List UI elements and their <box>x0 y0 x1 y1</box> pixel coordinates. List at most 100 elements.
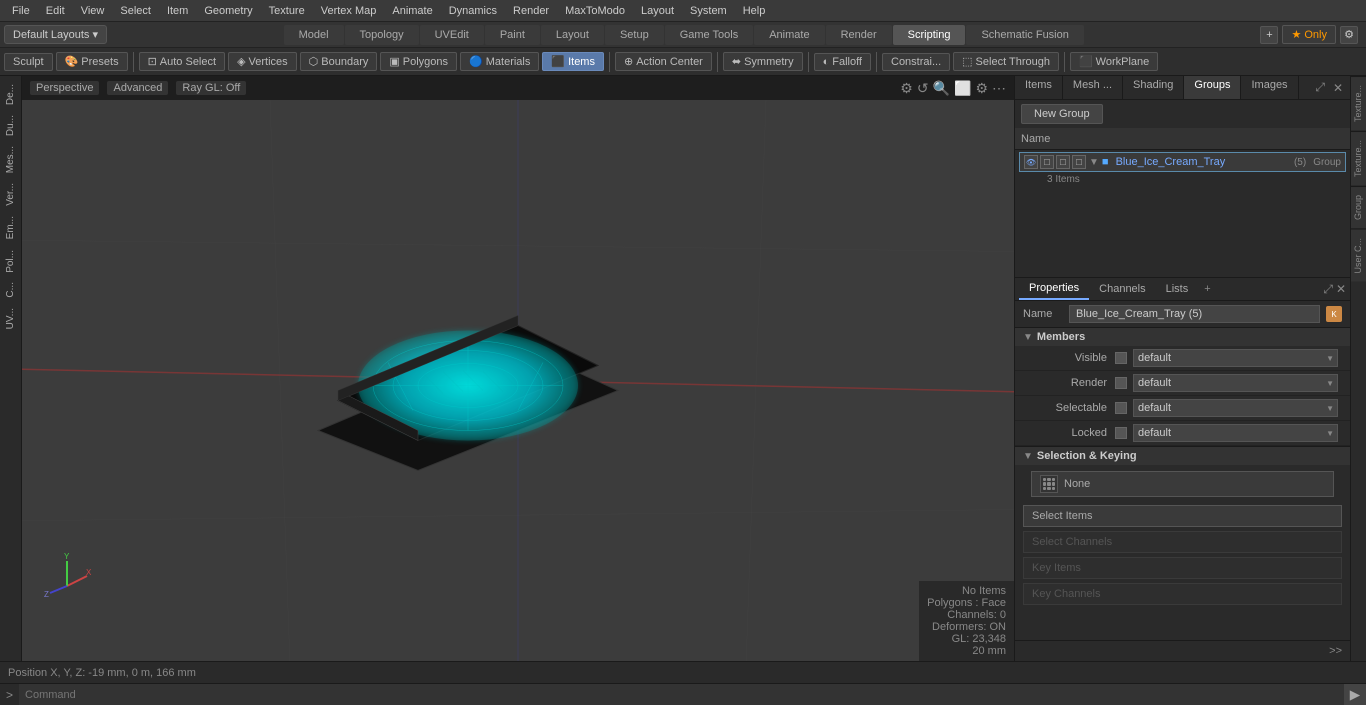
viewport[interactable]: Perspective Advanced Ray GL: Off ⚙ ↺ 🔍 ⬜… <box>22 76 1014 661</box>
visible-check[interactable] <box>1115 352 1127 364</box>
sidebar-item-deformers[interactable]: De... <box>3 80 18 109</box>
tab-uvedit[interactable]: UVEdit <box>420 25 484 45</box>
viewport-icon-2[interactable]: ↺ <box>917 80 929 97</box>
falloff-button[interactable]: ◐ Falloff <box>814 53 871 71</box>
locked-check[interactable] <box>1115 427 1127 439</box>
settings-button[interactable]: ⚙ <box>1340 26 1358 44</box>
menu-edit[interactable]: Edit <box>38 3 73 19</box>
menu-file[interactable]: File <box>4 3 38 19</box>
constraint-button[interactable]: Constrai... <box>882 53 950 71</box>
menu-system[interactable]: System <box>682 3 735 19</box>
props-expand-icon[interactable]: ⤢ <box>1323 282 1333 297</box>
menu-layout[interactable]: Layout <box>633 3 682 19</box>
select-channels-button[interactable]: Select Channels <box>1023 531 1342 553</box>
viewport-render-label[interactable]: Ray GL: Off <box>176 81 246 95</box>
sidebar-item-emitter[interactable]: Em... <box>3 212 18 243</box>
menu-animate[interactable]: Animate <box>384 3 440 19</box>
sidebar-item-mesh[interactable]: Mes... <box>3 142 18 177</box>
panel-tab-groups[interactable]: Groups <box>1184 76 1241 99</box>
materials-button[interactable]: 🔵 Materials <box>460 52 539 71</box>
render-check[interactable] <box>1115 377 1127 389</box>
tab-setup[interactable]: Setup <box>605 25 664 45</box>
props-tab-lists[interactable]: Lists <box>1156 279 1199 299</box>
name-key-icon[interactable]: K <box>1326 306 1342 322</box>
props-tab-add[interactable]: + <box>1198 283 1216 295</box>
visible-select[interactable]: default <box>1133 349 1338 367</box>
tab-topology[interactable]: Topology <box>345 25 419 45</box>
props-tab-properties[interactable]: Properties <box>1019 278 1089 300</box>
tab-schematic-fusion[interactable]: Schematic Fusion <box>966 25 1083 45</box>
menu-maxtomodo[interactable]: MaxToModo <box>557 3 633 19</box>
add-layout-button[interactable]: + <box>1260 26 1278 44</box>
tab-scripting[interactable]: Scripting <box>893 25 966 45</box>
none-button[interactable]: None <box>1031 471 1334 497</box>
menu-vertex-map[interactable]: Vertex Map <box>313 3 385 19</box>
menu-select[interactable]: Select <box>112 3 159 19</box>
polygons-button[interactable]: ▣ Polygons <box>380 52 457 71</box>
tab-render[interactable]: Render <box>826 25 892 45</box>
viewport-icon-3[interactable]: 🔍 <box>933 80 950 97</box>
group-settings-icon[interactable]: ☐ <box>1072 155 1086 169</box>
edge-tab-texture-2[interactable]: Texture... <box>1351 131 1366 185</box>
props-close-icon[interactable]: ✕ <box>1336 282 1346 297</box>
panel-expand-icon[interactable]: ⤢ <box>1312 80 1328 95</box>
menu-item[interactable]: Item <box>159 3 196 19</box>
menu-dynamics[interactable]: Dynamics <box>441 3 505 19</box>
panel-tab-mesh[interactable]: Mesh ... <box>1063 76 1123 99</box>
sculpt-button[interactable]: Sculpt <box>4 53 53 71</box>
members-section-header[interactable]: ▼ Members <box>1015 327 1350 346</box>
selectable-check[interactable] <box>1115 402 1127 414</box>
group-eye-icon[interactable]: 👁 <box>1024 155 1038 169</box>
boundary-button[interactable]: ⬡ Boundary <box>300 52 378 71</box>
viewport-icon-1[interactable]: ⚙ <box>900 80 913 97</box>
group-lock-icon[interactable]: ☐ <box>1056 155 1070 169</box>
panel-tab-items[interactable]: Items <box>1015 76 1063 99</box>
edge-tab-texture-1[interactable]: Texture... <box>1351 76 1366 130</box>
viewport-icon-4[interactable]: ⬜ <box>954 80 971 97</box>
star-only-button[interactable]: ★ Only <box>1282 25 1336 44</box>
sidebar-item-duplicate[interactable]: Du... <box>3 111 18 140</box>
symmetry-button[interactable]: ⬌ Symmetry <box>723 52 803 71</box>
group-render-icon[interactable]: ☐ <box>1040 155 1054 169</box>
vertices-button[interactable]: ◈ Vertices <box>228 52 297 71</box>
menu-help[interactable]: Help <box>735 3 774 19</box>
presets-button[interactable]: 🎨 Presets <box>56 52 128 71</box>
auto-select-button[interactable]: ⊡ Auto Select <box>139 52 225 71</box>
render-select[interactable]: default <box>1133 374 1338 392</box>
sidebar-item-c[interactable]: C... <box>3 278 18 302</box>
key-items-button[interactable]: Key Items <box>1023 557 1342 579</box>
command-input[interactable] <box>19 684 1344 705</box>
sidebar-item-uv[interactable]: UV... <box>3 304 18 333</box>
edge-tab-user-c[interactable]: User C... <box>1351 229 1366 282</box>
tab-animate[interactable]: Animate <box>754 25 824 45</box>
panel-expand-arrow[interactable]: >> <box>1323 643 1348 659</box>
layout-dropdown[interactable]: Default Layouts ▾ <box>4 25 107 44</box>
panel-tab-shading[interactable]: Shading <box>1123 76 1184 99</box>
select-through-button[interactable]: ⬚ Select Through <box>953 52 1059 71</box>
select-items-button[interactable]: Select Items <box>1023 505 1342 527</box>
selectable-select[interactable]: default <box>1133 399 1338 417</box>
new-group-button[interactable]: New Group <box>1021 104 1103 124</box>
panel-close-icon[interactable]: ✕ <box>1330 81 1346 95</box>
workplane-button[interactable]: ⬛ WorkPlane <box>1070 52 1158 71</box>
key-channels-button[interactable]: Key Channels <box>1023 583 1342 605</box>
group-collapse-icon[interactable]: ▼ <box>1089 157 1099 168</box>
viewport-mode-label[interactable]: Perspective <box>30 81 99 95</box>
group-item[interactable]: 👁 ☐ ☐ ☐ ▼ ■ Blue_Ice_Cream_Tray (5) Grou… <box>1019 152 1346 172</box>
selection-keying-header[interactable]: ▼ Selection & Keying <box>1015 446 1350 465</box>
viewport-icon-5[interactable]: ⚙ <box>975 80 988 97</box>
props-tab-channels[interactable]: Channels <box>1089 279 1155 299</box>
tab-layout[interactable]: Layout <box>541 25 604 45</box>
scene[interactable]: X Y Z No Items Polygons : Face Channels:… <box>22 100 1014 661</box>
menu-texture[interactable]: Texture <box>261 3 313 19</box>
tab-model[interactable]: Model <box>284 25 344 45</box>
sidebar-item-vertex[interactable]: Ver... <box>3 179 18 210</box>
items-button[interactable]: ⬛ Items <box>542 52 604 71</box>
menu-geometry[interactable]: Geometry <box>196 3 260 19</box>
viewport-icon-6[interactable]: ⋯ <box>992 80 1006 97</box>
panel-tab-images[interactable]: Images <box>1241 76 1298 99</box>
sidebar-item-polygon[interactable]: Pol... <box>3 246 18 277</box>
name-field-input[interactable] <box>1069 305 1320 323</box>
edge-tab-group[interactable]: Group <box>1351 186 1366 228</box>
action-center-button[interactable]: ⊕ Action Center <box>615 52 712 71</box>
